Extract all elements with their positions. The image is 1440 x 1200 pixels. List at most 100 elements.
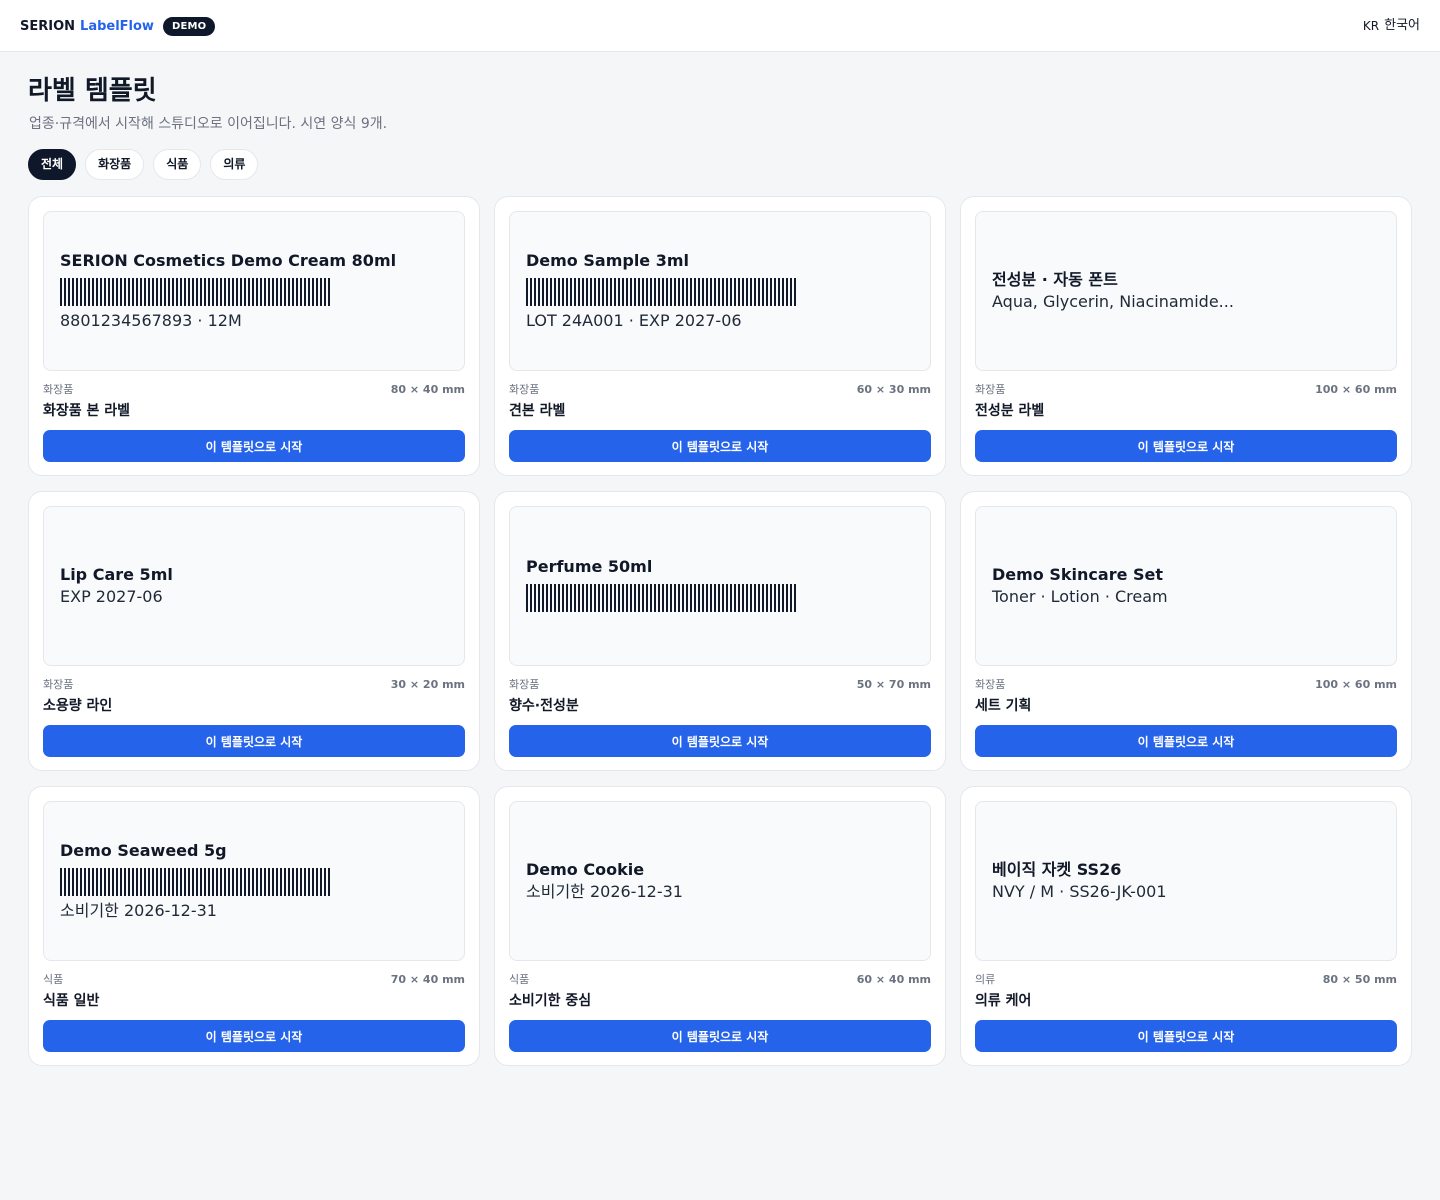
template-size: 80 × 50 mm <box>1322 972 1397 986</box>
category-filter-bar: 전체 화장품 식품 의류 <box>28 149 267 180</box>
preview-subtext: LOT 24A001 · EXP 2027-06 <box>526 311 742 330</box>
template-category: 의류 <box>975 973 996 986</box>
template-name: 소용량 라인 <box>43 698 113 714</box>
barcode-graphic <box>526 584 796 612</box>
start-with-template-button[interactable]: 이 템플릿으로 시작 <box>975 1020 1397 1052</box>
preview-title: Lip Care 5ml <box>60 565 173 584</box>
preview-subtext: 소비기한 2026-12-31 <box>60 901 217 920</box>
template-category: 화장품 <box>509 383 540 396</box>
barcode-graphic <box>60 868 330 896</box>
start-with-template-button[interactable]: 이 템플릿으로 시작 <box>43 725 465 757</box>
label-preview: 전성분 · 자동 폰트 Aqua, Glycerin, Niacinamide..… <box>975 211 1397 371</box>
template-name: 식품 일반 <box>43 993 100 1009</box>
template-size: 50 × 70 mm <box>856 677 931 691</box>
preview-title: Demo Seaweed 5g <box>60 841 227 860</box>
template-category: 화장품 <box>43 383 74 396</box>
preview-subtext: 8801234567893 · 12M <box>60 311 242 330</box>
label-preview: Demo Seaweed 5g 소비기한 2026-12-31 <box>43 801 465 961</box>
brand-product-name: LabelFlow <box>80 18 154 34</box>
page-subtitle: 업종·규격에서 시작해 스튜디오로 이어집니다. 시연 양식 9개. <box>29 116 388 132</box>
label-preview: Demo Cookie 소비기한 2026-12-31 <box>509 801 931 961</box>
language-code: KR <box>1362 19 1380 33</box>
label-preview: SERION Cosmetics Demo Cream 80ml 88012345… <box>43 211 465 371</box>
template-name: 소비기한 중심 <box>509 993 592 1009</box>
label-preview: Perfume 50ml <box>509 506 931 666</box>
filter-chip[interactable]: 의류 <box>210 149 259 180</box>
preview-title: SERION Cosmetics Demo Cream 80ml <box>60 251 397 270</box>
template-size: 100 × 60 mm <box>1315 677 1397 691</box>
template-card: Perfume 50ml 화장품 50 × 70 mm 향수·전성분이 템플릿으로 시… <box>494 491 946 771</box>
template-category: 식품 <box>509 973 530 986</box>
preview-title: Perfume 50ml <box>526 557 653 576</box>
filter-chip[interactable]: 전체 <box>28 149 77 180</box>
start-with-template-button[interactable]: 이 템플릿으로 시작 <box>975 725 1397 757</box>
start-with-template-button[interactable]: 이 템플릿으로 시작 <box>509 1020 931 1052</box>
preview-title: Demo Sample 3ml <box>526 251 690 270</box>
filter-chip[interactable]: 식품 <box>153 149 202 180</box>
start-with-template-button[interactable]: 이 템플릿으로 시작 <box>43 1020 465 1052</box>
template-size: 80 × 40 mm <box>390 382 465 396</box>
template-name: 의류 케어 <box>975 993 1032 1009</box>
template-card: SERION Cosmetics Demo Cream 80ml 88012345… <box>28 196 480 476</box>
template-meta: 의류 80 × 50 mm <box>975 971 1397 987</box>
preview-subtext: Aqua, Glycerin, Niacinamide... <box>992 292 1234 311</box>
template-category: 화장품 <box>43 678 74 691</box>
barcode-graphic <box>60 278 330 306</box>
template-meta: 화장품 80 × 40 mm <box>43 381 465 397</box>
template-meta: 식품 70 × 40 mm <box>43 971 465 987</box>
template-size: 70 × 40 mm <box>390 972 465 986</box>
template-meta: 화장품 30 × 20 mm <box>43 676 465 692</box>
label-preview: Demo Skincare Set Toner · Lotion · Cream <box>975 506 1397 666</box>
filter-chip[interactable]: 화장품 <box>85 149 145 180</box>
template-card: Demo Sample 3ml LOT 24A001 · EXP 2027-06 화… <box>494 196 946 476</box>
start-with-template-button[interactable]: 이 템플릿으로 시작 <box>975 430 1397 462</box>
start-with-template-button[interactable]: 이 템플릿으로 시작 <box>509 430 931 462</box>
preview-title: Demo Cookie <box>526 860 645 879</box>
brand-logo[interactable]: SERION LabelFlow DEMO <box>20 16 216 36</box>
preview-subtext: 소비기한 2026-12-31 <box>526 882 683 901</box>
template-name: 전성분 라벨 <box>975 403 1045 419</box>
template-category: 식품 <box>43 973 64 986</box>
template-meta: 화장품 60 × 30 mm <box>509 381 931 397</box>
page-title: 라벨 템플릿 <box>28 76 157 106</box>
preview-subtext: EXP 2027-06 <box>60 587 163 606</box>
template-card: 베이직 자켓 SS26 NVY / M · SS26-JK-001 의류 80 × 5… <box>960 786 1412 1066</box>
template-size: 100 × 60 mm <box>1315 382 1397 396</box>
template-name: 세트 기획 <box>975 698 1032 714</box>
template-meta: 화장품 100 × 60 mm <box>975 381 1397 397</box>
label-preview: Lip Care 5ml EXP 2027-06 <box>43 506 465 666</box>
preview-subtext: NVY / M · SS26-JK-001 <box>992 882 1167 901</box>
preview-title: Demo Skincare Set <box>992 565 1164 584</box>
template-meta: 화장품 100 × 60 mm <box>975 676 1397 692</box>
template-card: 전성분 · 자동 폰트 Aqua, Glycerin, Niacinamide..… <box>960 196 1412 476</box>
template-name: 견본 라벨 <box>509 403 566 419</box>
start-with-template-button[interactable]: 이 템플릿으로 시작 <box>43 430 465 462</box>
template-category: 화장품 <box>975 678 1006 691</box>
preview-title: 베이직 자켓 SS26 <box>992 860 1122 879</box>
preview-title: 전성분 · 자동 폰트 <box>992 270 1118 289</box>
template-card: Demo Skincare Set Toner · Lotion · Cream 화… <box>960 491 1412 771</box>
template-category: 화장품 <box>975 383 1006 396</box>
brand-name: SERION <box>20 18 76 34</box>
template-card: Demo Cookie 소비기한 2026-12-31 식품 60 × 40 mm 소비… <box>494 786 946 1066</box>
template-size: 60 × 40 mm <box>856 972 931 986</box>
label-preview: 베이직 자켓 SS26 NVY / M · SS26-JK-001 <box>975 801 1397 961</box>
template-size: 30 × 20 mm <box>390 677 465 691</box>
template-name: 향수·전성분 <box>509 698 579 714</box>
template-meta: 화장품 50 × 70 mm <box>509 676 931 692</box>
template-grid: SERION Cosmetics Demo Cream 80ml 88012345… <box>28 196 1412 1066</box>
language-label: 한국어 <box>1384 18 1420 33</box>
template-card: Lip Care 5ml EXP 2027-06 화장품 30 × 20 mm 소용량 … <box>28 491 480 771</box>
label-preview: Demo Sample 3ml LOT 24A001 · EXP 2027-06 <box>509 211 931 371</box>
language-switcher[interactable]: KR 한국어 <box>1363 16 1420 36</box>
top-bar: SERION LabelFlow DEMO KR 한국어 <box>0 0 1440 52</box>
template-size: 60 × 30 mm <box>856 382 931 396</box>
template-card: Demo Seaweed 5g 소비기한 2026-12-31 식품 70 × 40 … <box>28 786 480 1066</box>
barcode-graphic <box>526 278 796 306</box>
template-name: 화장품 본 라벨 <box>43 403 131 419</box>
demo-badge: DEMO <box>162 16 216 36</box>
preview-subtext: Toner · Lotion · Cream <box>992 587 1168 606</box>
template-meta: 식품 60 × 40 mm <box>509 971 931 987</box>
start-with-template-button[interactable]: 이 템플릿으로 시작 <box>509 725 931 757</box>
template-category: 화장품 <box>509 678 540 691</box>
